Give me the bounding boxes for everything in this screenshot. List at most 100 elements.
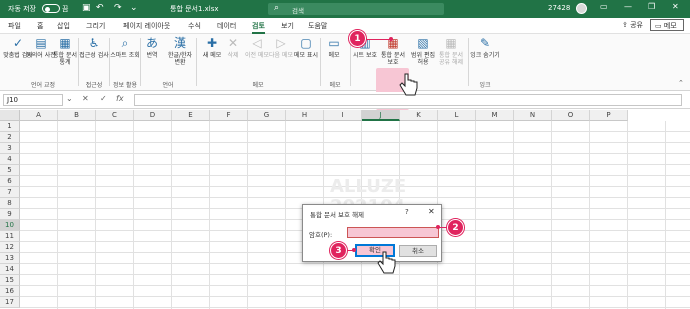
previous-label: 이전 메모 [245,52,269,59]
watermark-line1: ALLUZE [330,176,407,197]
column-header[interactable]: E [172,110,210,121]
close-icon[interactable]: ✕ [672,2,679,11]
name-box[interactable]: J10 [3,94,63,106]
column-header[interactable]: D [134,110,172,121]
row-header[interactable]: 14 [0,264,20,275]
tab-insert[interactable]: 삽입 [57,21,70,31]
workbook-stats-label: 통합 문서 통계 [53,52,77,66]
column-header[interactable]: P [590,110,628,121]
comments-button[interactable]: ▭ 메모 [650,19,684,31]
hide-ink-label: 잉크 숨기기 [470,52,500,59]
excel-window: 자동 저장 끔 ▣ ↶ ↷ ⌄ 통합 문서1.xlsx ⌕ 검색 27428 ▭… [0,0,690,309]
cancel-formula-icon[interactable]: ✕ [82,94,89,103]
notes-icon: ▭ [328,36,340,50]
previous-comment-button[interactable]: ◁ 이전 메모 [245,36,269,59]
column-header[interactable]: H [286,110,324,121]
formula-bar: J10 ⌄ ✕ ✓ fx [0,92,690,109]
translate-label: 번역 [146,52,158,59]
unprotect-workbook-dialog: 통합 문서 보호 해제 ? ✕ 암호(P): 확인 취소 [302,204,442,262]
column-header[interactable]: N [514,110,552,121]
translate-button[interactable]: あ 번역 [140,36,164,59]
tab-draw[interactable]: 그리기 [86,21,105,31]
tab-file[interactable]: 파일 [8,21,21,31]
column-header[interactable]: O [552,110,590,121]
ribbon-display-icon[interactable]: ▭ [600,2,608,11]
column-header[interactable]: A [20,110,58,121]
collapse-ribbon-icon[interactable]: ⌃ [678,79,684,87]
unshare-workbook-button[interactable]: ▦ 통합 문서 공유 해제 [436,36,466,66]
ink-icon: ✎ [479,36,491,50]
row-header[interactable]: 4 [0,154,20,165]
column-header[interactable]: L [438,110,476,121]
spellcheck-icon: ✓ [12,36,24,50]
cancel-button[interactable]: 취소 [399,245,437,257]
undo-icon[interactable]: ↶ [96,3,104,13]
row-header[interactable]: 2 [0,132,20,143]
tab-page-layout[interactable]: 페이지 레이아웃 [123,21,170,31]
allow-edit-ranges-label: 범위 편집 허용 [411,52,435,66]
row-header[interactable]: 9 [0,209,20,220]
save-icon[interactable]: ▣ [82,3,91,13]
password-input[interactable] [347,227,439,238]
customize-icon[interactable]: ⌄ [130,3,138,13]
group-proofing: 언어 교정 [31,82,55,89]
help-icon[interactable]: ? [405,208,409,216]
redo-icon[interactable]: ↷ [114,3,122,13]
share-button[interactable]: ⇪ 공유 [622,20,643,30]
hide-ink-button[interactable]: ✎ 잉크 숨기기 [470,36,500,59]
tab-home[interactable]: 홈 [37,21,43,31]
smart-lookup-button[interactable]: ⌕ 스마트 조회 [110,36,140,59]
column-header[interactable]: J [362,110,400,121]
column-header[interactable]: C [96,110,134,121]
next-comment-button[interactable]: ▷ 다음 메모 [269,36,293,59]
column-header[interactable]: F [210,110,248,121]
notes-button[interactable]: ▭ 메모 [321,36,347,59]
column-header[interactable]: K [400,110,438,121]
row-header[interactable]: 16 [0,286,20,297]
protect-workbook-button[interactable]: ▦ 통합 문서 보호 [378,36,408,66]
tab-help[interactable]: 도움말 [308,21,327,31]
workbook-stats-button[interactable]: ▦ 통합 문서 통계 [50,36,80,66]
row-header[interactable]: 17 [0,297,20,308]
new-comment-icon: ✚ [206,36,218,50]
accessibility-button[interactable]: ♿ 접근성 검사 [79,36,109,59]
column-header[interactable]: M [476,110,514,121]
allow-edit-ranges-button[interactable]: ▧ 범위 편집 허용 [408,36,438,66]
autosave-toggle[interactable] [42,4,60,13]
column-header[interactable]: G [248,110,286,121]
tab-review[interactable]: 검토 [252,21,265,34]
row-header[interactable]: 10 [0,220,20,231]
search-icon: ⌕ [274,3,280,13]
restore-icon[interactable]: ❐ [648,2,655,11]
row-header[interactable]: 11 [0,231,20,242]
show-comments-button[interactable]: ▢ 메모 표시 [293,36,319,59]
minimize-icon[interactable]: — [624,2,632,11]
enter-formula-icon[interactable]: ✓ [100,94,107,103]
unshare-label: 통합 문서 공유 해제 [439,52,463,66]
column-header[interactable]: I [324,110,362,121]
row-header[interactable]: 1 [0,121,20,132]
dialog-title: 통합 문서 보호 해제 [310,211,365,219]
row-header[interactable]: 13 [0,253,20,264]
row-header[interactable]: 5 [0,165,20,176]
namebox-dropdown-icon[interactable]: ⌄ [66,94,73,103]
smart-lookup-icon: ⌕ [121,36,129,50]
hangul-hanja-button[interactable]: 漢 한글/한자 변환 [165,36,195,66]
column-header[interactable]: B [58,110,96,121]
row-header[interactable]: 8 [0,198,20,209]
tab-formulas[interactable]: 수식 [188,21,201,31]
delete-comment-button[interactable]: ✕ 삭제 [221,36,245,59]
insert-function-icon[interactable]: fx [116,94,124,103]
row-header[interactable]: 3 [0,143,20,154]
tab-data[interactable]: 데이터 [217,21,236,31]
row-header[interactable]: 6 [0,176,20,187]
tab-view[interactable]: 보기 [281,21,294,31]
row-header[interactable]: 7 [0,187,20,198]
search-box[interactable]: ⌕ 검색 [268,3,444,15]
row-header[interactable]: 12 [0,242,20,253]
avatar[interactable] [576,3,587,14]
select-all-corner[interactable] [0,110,20,121]
dialog-close-icon[interactable]: ✕ [428,207,435,216]
separator [350,38,351,86]
row-header[interactable]: 15 [0,275,20,286]
